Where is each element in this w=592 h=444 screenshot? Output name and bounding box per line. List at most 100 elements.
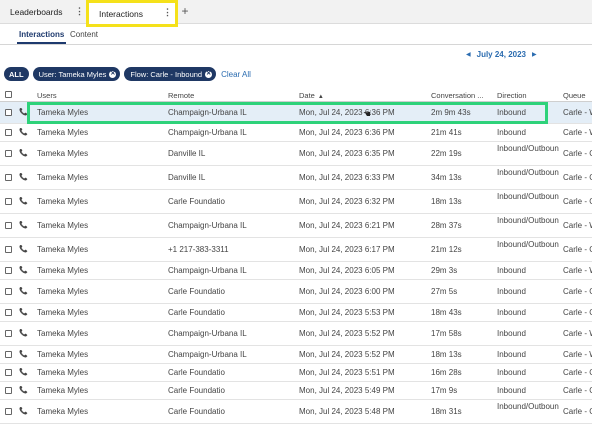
cell-queue: Carle - C [563,149,592,158]
row-checkbox[interactable] [5,129,12,136]
row-checkbox[interactable] [5,369,12,376]
table-row[interactable]: 📞 Tameka Myles Champaign-Urbana IL Mon, Jul… [0,124,592,142]
subtab-content[interactable]: Content [70,30,98,39]
cell-remote[interactable]: Champaign-Urbana IL [168,128,294,137]
remove-filter-icon[interactable]: ✕ [109,70,117,78]
row-checkbox[interactable] [5,267,12,274]
tab-interactions[interactable]: Interactions ⋮ [86,0,178,27]
cell-user[interactable]: Tameka Myles [37,128,88,137]
table-row[interactable]: 📞 Tameka Myles Danville IL Mon, Jul 24, 202… [0,166,592,190]
cell-remote[interactable]: Carle Foundatio [168,287,294,296]
clear-all-link[interactable]: Clear All [221,70,251,79]
cell-remote[interactable]: Danville IL [168,149,294,158]
tab-leaderboards[interactable]: Leaderboards ⋮ [0,0,86,24]
cell-user[interactable]: Tameka Myles [37,149,88,158]
phone-icon: 📞 [19,267,28,274]
column-header-conversation[interactable]: Conversation ... [431,91,484,100]
row-checkbox[interactable] [5,198,12,205]
column-header-queue[interactable]: Queue [563,91,586,100]
next-date-icon[interactable]: ▶ [532,51,537,58]
cell-direction: Inbound [497,386,526,395]
cell-queue: Carle - C [563,407,592,416]
row-checkbox[interactable] [5,222,12,229]
row-checkbox[interactable] [5,387,12,394]
row-checkbox[interactable] [5,408,12,415]
cell-remote[interactable]: Champaign-Urbana IL [168,108,294,117]
cell-remote[interactable]: Champaign-Urbana IL [168,350,294,359]
cell-remote[interactable]: Carle Foundatio [168,386,294,395]
cell-conversation: 34m 13s [431,173,462,182]
row-checkbox[interactable] [5,246,12,253]
cell-date: Mon, Jul 24, 2023 6:35 PM [299,149,395,158]
column-header-date[interactable]: Date ▲ [299,91,324,100]
table-row[interactable]: 📞 Tameka Myles Carle Foundatio Mon, Jul 24,… [0,364,592,382]
cell-remote[interactable]: Carle Foundatio [168,407,294,416]
table-row[interactable]: 📞 Tameka Myles Champaign-Urbana IL Mon, Jul… [0,322,592,346]
cell-user[interactable]: Tameka Myles [37,386,88,395]
add-tab-button[interactable]: + [178,2,192,20]
table-row[interactable]: 📞 Tameka Myles +1 217-383-3311 Mon, Jul 24,… [0,238,592,262]
row-checkbox[interactable] [5,288,12,295]
cell-user[interactable]: Tameka Myles [37,407,88,416]
cell-remote[interactable]: Champaign-Urbana IL [168,221,294,230]
cell-user[interactable]: Tameka Myles [37,245,88,254]
cell-remote[interactable]: Danville IL [168,173,294,182]
cell-user[interactable]: Tameka Myles [37,197,88,206]
table-row[interactable]: 📞 Tameka Myles Champaign-Urbana IL Mon, Jul… [0,102,592,124]
column-header-remote[interactable]: Remote [168,91,194,100]
remove-filter-icon[interactable]: ✕ [205,70,213,78]
table-row[interactable]: 📞 Tameka Myles Champaign-Urbana IL Mon, Jul… [0,262,592,280]
row-checkbox[interactable] [5,309,12,316]
table-row[interactable]: 📞 Tameka Myles Carle Foundatio Mon, Jul 24,… [0,382,592,400]
row-checkbox[interactable] [5,109,12,116]
cell-remote[interactable]: +1 217-383-3311 [168,245,294,254]
cell-user[interactable]: Tameka Myles [37,287,88,296]
cell-remote[interactable]: Champaign-Urbana IL [168,266,294,275]
tab-menu-icon[interactable]: ⋮ [75,6,84,17]
filter-all-chip[interactable]: ALL [4,67,29,81]
previous-date-icon[interactable]: ◀ [466,51,471,58]
current-date[interactable]: July 24, 2023 [477,50,526,59]
cell-user[interactable]: Tameka Myles [37,308,88,317]
cell-date: Mon, Jul 24, 2023 6:32 PM [299,197,395,206]
table-row[interactable]: 📞 Tameka Myles Carle Foundatio Mon, Jul 24,… [0,280,592,304]
cell-remote[interactable]: Carle Foundatio [168,197,294,206]
cell-date: Mon, Jul 24, 2023 6:05 PM [299,266,395,275]
row-checkbox[interactable] [5,174,12,181]
cell-remote[interactable]: Champaign-Urbana IL [168,329,294,338]
select-all-checkbox[interactable] [5,91,12,98]
cell-queue: Carle - C [563,245,592,254]
column-header-users[interactable]: Users [37,91,57,100]
cell-remote[interactable]: Carle Foundatio [168,308,294,317]
cell-date: Mon, Jul 24, 2023 6:17 PM [299,245,395,254]
column-header-direction[interactable]: Direction [497,91,527,100]
phone-icon: 📞 [19,129,28,136]
subtab-interactions[interactable]: Interactions [16,30,67,44]
row-checkbox[interactable] [5,351,12,358]
row-checkbox[interactable] [5,150,12,157]
cell-user[interactable]: Tameka Myles [37,329,88,338]
table-row[interactable]: 📞 Tameka Myles Danville IL Mon, Jul 24, 202… [0,142,592,166]
cell-user[interactable]: Tameka Myles [37,350,88,359]
cell-user[interactable]: Tameka Myles [37,266,88,275]
cell-user[interactable]: Tameka Myles [37,173,88,182]
phone-icon: 📞 [19,288,28,295]
cell-user[interactable]: Tameka Myles [37,368,88,377]
cell-direction: Inbound [497,368,526,377]
tab-menu-icon[interactable]: ⋮ [163,7,172,18]
filter-chip-user[interactable]: User: Tameka Myles ✕ [32,67,121,81]
cell-direction: Inbound/Outbound [497,168,559,177]
filter-chip-flow[interactable]: Flow: Carle - Inbound ✕ [124,67,217,81]
cell-queue: Carle - W [563,108,592,117]
table-row[interactable]: 📞 Tameka Myles Champaign-Urbana IL Mon, Jul… [0,346,592,364]
row-checkbox[interactable] [5,330,12,337]
table-row[interactable]: 📞 Tameka Myles Carle Foundatio Mon, Jul 24,… [0,190,592,214]
cell-remote[interactable]: Carle Foundatio [168,368,294,377]
cell-date: Mon, Jul 24, 2023 5:49 PM [299,386,395,395]
cell-direction: Inbound [497,108,526,117]
cell-user[interactable]: Tameka Myles [37,221,88,230]
cell-user[interactable]: Tameka Myles [37,108,88,117]
table-row[interactable]: 📞 Tameka Myles Carle Foundatio Mon, Jul 24,… [0,400,592,424]
table-row[interactable]: 📞 Tameka Myles Carle Foundatio Mon, Jul 24,… [0,304,592,322]
table-row[interactable]: 📞 Tameka Myles Champaign-Urbana IL Mon, Jul… [0,214,592,238]
